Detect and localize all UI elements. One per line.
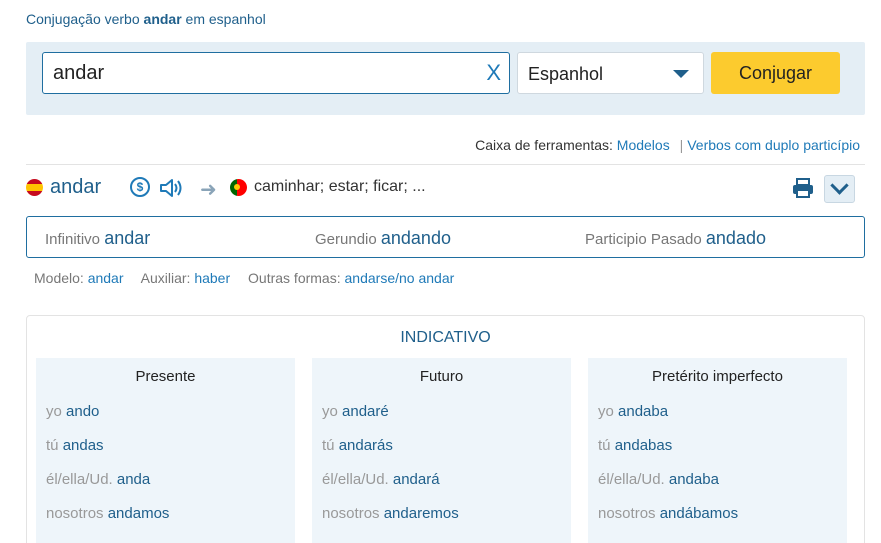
auxiliary-link[interactable]: haber xyxy=(194,270,230,286)
verb-row: andar $ ➜ caminhar; estar; ficar; ... xyxy=(26,175,865,203)
verb-form: andaré xyxy=(342,403,389,420)
pronoun: yo xyxy=(598,403,614,420)
verb-form: andamos xyxy=(107,505,170,522)
pronoun: yo xyxy=(322,403,338,420)
infinitive: Infinitivo andar xyxy=(45,228,150,249)
print-icon[interactable] xyxy=(792,177,814,199)
expand-button[interactable] xyxy=(824,175,855,203)
gerund-label: Gerundio xyxy=(315,231,377,248)
gerund: Gerundio andando xyxy=(315,228,451,249)
other-forms-label: Outras formas: xyxy=(248,270,341,286)
indicativo-section: INDICATIVO Presente yo ando tú andas él/… xyxy=(26,315,865,543)
infinitive-label: Infinitivo xyxy=(45,231,101,248)
other-forms-link[interactable]: andarse/no andar xyxy=(345,270,455,286)
verb-form: andará xyxy=(392,471,440,488)
mood-title: INDICATIVO xyxy=(400,329,491,346)
toolbox-label: Caixa de ferramentas: xyxy=(475,137,613,153)
gerund-value: andando xyxy=(380,228,451,248)
chevron-down-icon xyxy=(830,176,849,195)
caret-down-icon xyxy=(673,70,689,78)
conjugation-row: él/ella/Ud. andará xyxy=(322,471,440,488)
pronoun: nosotros xyxy=(322,505,380,522)
infinitive-value: andar xyxy=(104,228,151,248)
toolbox-separator: | xyxy=(679,137,684,153)
search-panel: X Espanhol Conjugar xyxy=(26,42,865,115)
conjugation-row: él/ella/Ud. anda xyxy=(46,471,150,488)
conjugation-row: yo andaba xyxy=(598,403,668,420)
conjugation-row: nosotros andaremos xyxy=(322,505,459,522)
verb-form: andábamos xyxy=(659,505,739,522)
models-link[interactable]: Modelos xyxy=(617,137,670,153)
auxiliary-info: Auxiliar: haber xyxy=(141,270,231,286)
speaker-icon[interactable] xyxy=(158,177,184,199)
tense-title: Presente xyxy=(135,368,196,385)
tense-title: Futuro xyxy=(419,368,464,385)
conjugation-row: tú andas xyxy=(46,437,104,454)
conjugation-row: yo ando xyxy=(46,403,99,420)
tense-preterito-imperfecto: Pretérito imperfecto yo andaba tú andaba… xyxy=(588,358,847,543)
verb-form: andaba xyxy=(668,471,719,488)
conjugate-button[interactable]: Conjugar xyxy=(711,52,840,94)
dollar-icon[interactable]: $ xyxy=(130,177,150,197)
model-link[interactable]: andar xyxy=(88,270,124,286)
pronoun: él/ella/Ud. xyxy=(598,471,665,488)
title-verb: andar xyxy=(143,11,182,27)
tense-presente: Presente yo ando tú andas él/ella/Ud. an… xyxy=(36,358,295,543)
divider xyxy=(26,164,865,165)
pronoun: nosotros xyxy=(46,505,104,522)
tense-futuro: Futuro yo andaré tú andarás él/ella/Ud. … xyxy=(312,358,571,543)
verb-form: andabas xyxy=(614,437,673,454)
participle-value: andado xyxy=(705,228,766,248)
translations: caminhar; estar; ficar; ... xyxy=(254,178,426,195)
tense-title: Pretérito imperfecto xyxy=(652,368,783,385)
spain-flag-icon xyxy=(26,179,43,196)
verb-forms-box: Infinitivo andar Gerundio andando Partic… xyxy=(26,216,865,258)
pronoun: nosotros xyxy=(598,505,656,522)
verb-search-input[interactable] xyxy=(53,61,473,85)
arrow-right-icon: ➜ xyxy=(200,179,217,201)
verb-form: anda xyxy=(116,471,151,488)
verb-form: andaremos xyxy=(383,505,459,522)
pronoun: yo xyxy=(46,403,62,420)
conjugation-row: nosotros andábamos xyxy=(598,505,738,522)
verb-form: ando xyxy=(66,403,100,420)
model-info: Modelo: andar xyxy=(34,270,124,286)
clear-search-button[interactable]: X xyxy=(486,59,501,87)
verb-form: andarás xyxy=(338,437,393,454)
verb-name: andar xyxy=(50,176,102,198)
participle-label: Participio Pasado xyxy=(585,231,702,248)
conjugation-row: nosotros andamos xyxy=(46,505,169,522)
conjugation-row: tú andabas xyxy=(598,437,672,454)
model-label: Modelo: xyxy=(34,270,84,286)
participle: Participio Pasado andado xyxy=(585,228,766,249)
language-select-value: Espanhol xyxy=(528,64,604,84)
pronoun: él/ella/Ud. xyxy=(322,471,389,488)
search-box: X xyxy=(42,52,510,94)
meta-row: Modelo: andar Auxiliar: haber Outras for… xyxy=(34,270,468,286)
pronoun: tú xyxy=(322,437,335,454)
verb-form: andaba xyxy=(618,403,669,420)
toolbox: Caixa de ferramentas: Modelos | Verbos co… xyxy=(475,137,860,153)
other-forms-info: Outras formas: andarse/no andar xyxy=(248,270,454,286)
page-title: Conjugação verbo andar em espanhol xyxy=(26,11,266,27)
portugal-flag-icon xyxy=(230,179,247,196)
double-participle-link[interactable]: Verbos com duplo particípio xyxy=(687,137,860,153)
conjugation-row: yo andaré xyxy=(322,403,389,420)
pronoun: tú xyxy=(46,437,59,454)
title-prefix: Conjugação verbo xyxy=(26,11,140,27)
pronoun: tú xyxy=(598,437,611,454)
pronoun: él/ella/Ud. xyxy=(46,471,113,488)
conjugation-row: tú andarás xyxy=(322,437,393,454)
verb-form: andas xyxy=(62,437,104,454)
language-select[interactable]: Espanhol xyxy=(517,52,704,94)
conjugation-row: él/ella/Ud. andaba xyxy=(598,471,719,488)
auxiliary-label: Auxiliar: xyxy=(140,270,191,286)
title-suffix: em espanhol xyxy=(185,11,266,27)
